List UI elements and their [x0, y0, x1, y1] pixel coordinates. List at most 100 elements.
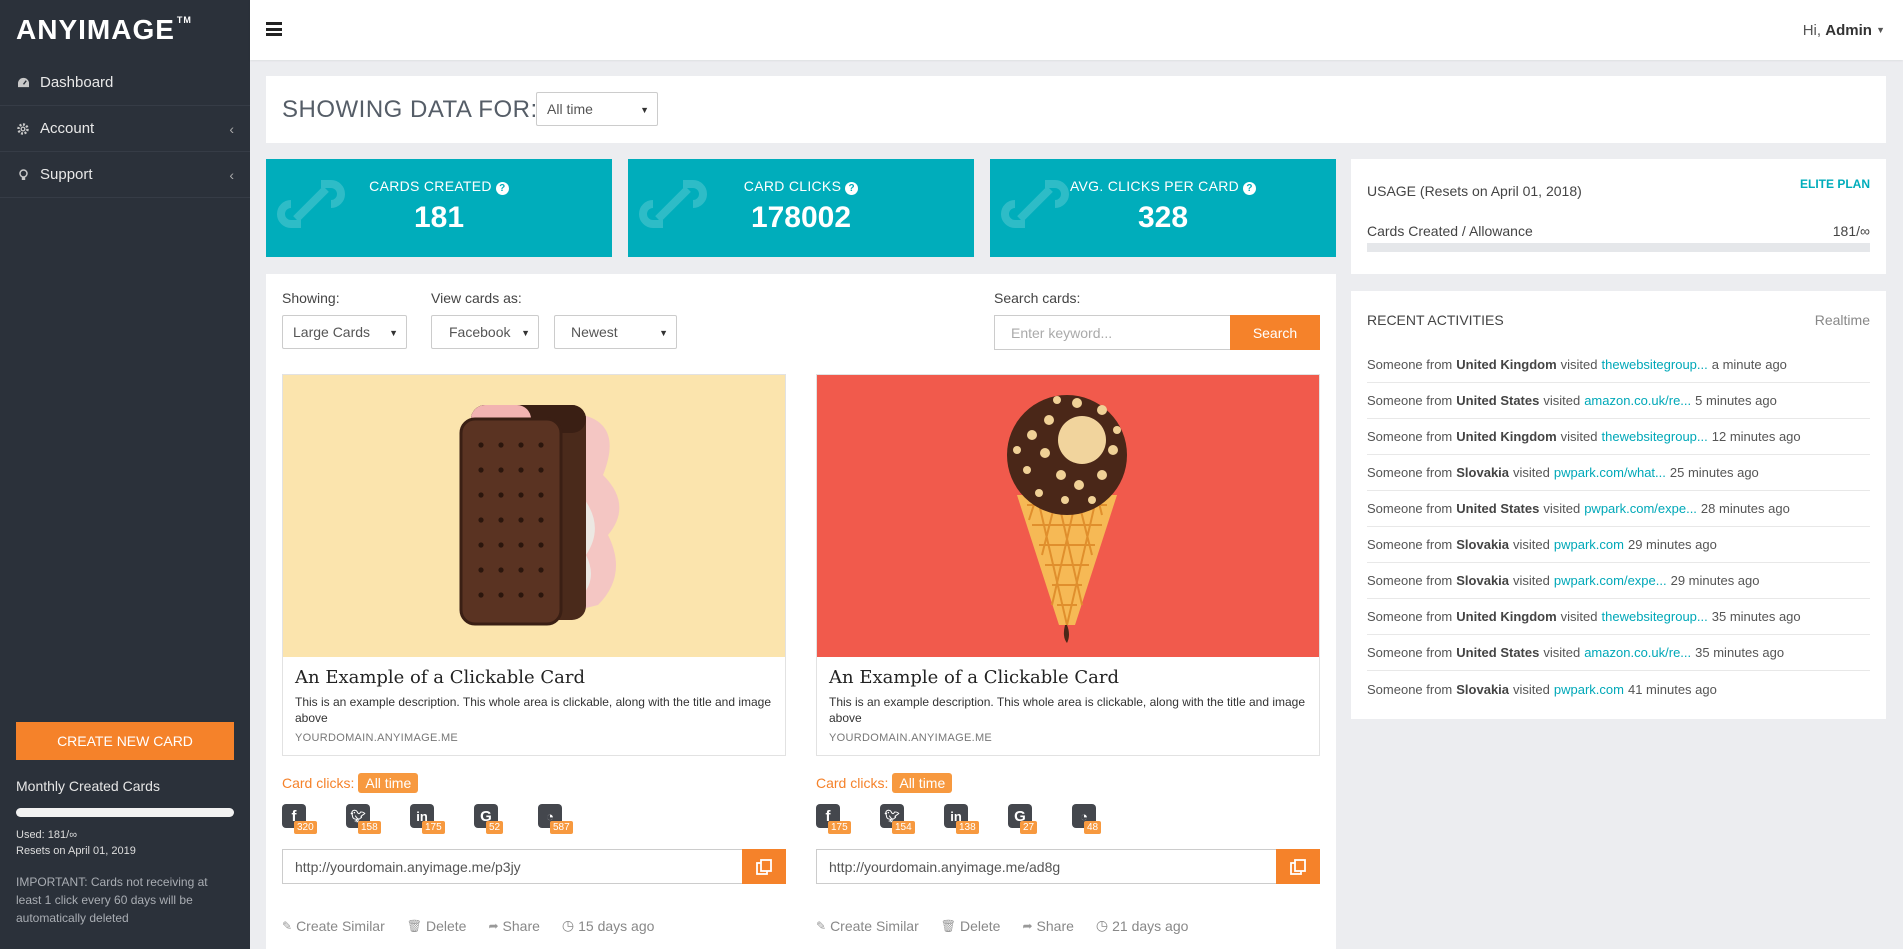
google-stat[interactable]: G 27 [1008, 804, 1038, 834]
activity-prefix: Someone from [1367, 501, 1453, 516]
share-button[interactable]: ➦ Share [1022, 917, 1073, 934]
showing-select[interactable]: Large Cards ▼ [282, 315, 407, 349]
card-1-url-field[interactable]: http://yourdomain.anyimage.me/p3jy [282, 849, 786, 884]
logo-tm: TM [176, 15, 192, 25]
create-new-card-button[interactable]: CREATE NEW CARD [16, 722, 234, 760]
card-description[interactable]: This is an example description. This who… [295, 694, 773, 726]
twitter-stat[interactable]: 🐦︎ 158 [346, 804, 381, 834]
card-1[interactable]: An Example of a Clickable Card This is a… [282, 374, 786, 756]
card-title[interactable]: An Example of a Clickable Card [829, 667, 1307, 688]
user-menu[interactable]: Hi, Admin ▼ [1803, 22, 1885, 39]
card-description[interactable]: This is an example description. This who… [829, 694, 1307, 726]
activity-item: Someone from United Kingdom visited thewebs… [1367, 599, 1870, 635]
sidebar-item-label: Dashboard [40, 74, 114, 91]
activity-link[interactable]: thewebsitegroup... [1602, 429, 1708, 444]
time-range-select[interactable]: All time ▼ [536, 92, 658, 126]
monthly-usage-info: Used: 181/∞ Resets on April 01, 2019 [16, 827, 234, 859]
search-label: Search cards: [994, 290, 1081, 306]
sort-select[interactable]: Newest ▼ [554, 315, 677, 349]
activity-link[interactable]: pwpark.com [1554, 537, 1624, 552]
sidebar-item-support[interactable]: Support ‹ [0, 152, 250, 198]
search-input[interactable]: Enter keyword... [994, 315, 1230, 350]
logo-text: ANYIMAGE [16, 14, 175, 45]
share-icon: ➦ [1022, 918, 1033, 933]
sidebar-item-account[interactable]: Account ‹ [0, 106, 250, 152]
activity-item: Someone from United States visited amazon.c… [1367, 635, 1870, 671]
stat-card-clicks: CARD CLICKS? 178002 [628, 159, 974, 257]
dashboard-icon [16, 76, 30, 90]
sidebar-item-dashboard[interactable]: Dashboard [0, 60, 250, 106]
activity-link[interactable]: pwpark.com/expe... [1554, 573, 1667, 588]
activity-country: Slovakia [1456, 465, 1510, 480]
activity-link[interactable]: thewebsitegroup... [1602, 609, 1708, 624]
delete-label: Delete [960, 917, 1001, 934]
linkedin-stat[interactable]: in 175 [410, 804, 445, 834]
card-clicks-label: Card clicks: [816, 775, 889, 791]
search-button[interactable]: Search [1230, 315, 1320, 350]
delete-button[interactable]: 🗑︎ Delete [941, 917, 1001, 934]
card-image[interactable] [817, 375, 1319, 657]
create-similar-button[interactable]: ✎ Create Similar [282, 917, 385, 934]
usage-row-value: 181/∞ [1832, 223, 1870, 239]
logo[interactable]: ANYIMAGE TM [0, 0, 250, 60]
google-count: 52 [486, 821, 504, 834]
facebook-stat[interactable]: f 320 [282, 804, 317, 834]
copy-url-button[interactable] [1276, 849, 1320, 884]
copy-url-button[interactable] [742, 849, 786, 884]
delete-button[interactable]: 🗑︎ Delete [407, 917, 467, 934]
chevron-left-icon: ‹ [229, 166, 234, 183]
showing-select-value: Large Cards [293, 324, 371, 340]
activity-link[interactable]: amazon.co.uk/re... [1584, 393, 1691, 408]
create-similar-label: Create Similar [296, 917, 385, 934]
other-stat[interactable]: ◔ 587 [538, 804, 573, 834]
card-1-social-stats: f 320 🐦︎ 158 in 175 G 52 ◔ 587 [282, 804, 602, 834]
activity-prefix: Someone from [1367, 537, 1453, 552]
activity-link[interactable]: pwpark.com/what... [1554, 465, 1666, 480]
ice-cream-sandwich-image [459, 405, 620, 626]
activity-prefix: Someone from [1367, 609, 1453, 624]
share-label: Share [1036, 917, 1074, 934]
clicks-range-badge[interactable]: All time [358, 773, 419, 793]
activity-link[interactable]: pwpark.com [1554, 682, 1624, 697]
gear-icon [16, 122, 30, 136]
other-stat[interactable]: ◔ 48 [1072, 804, 1102, 834]
card-title[interactable]: An Example of a Clickable Card [295, 667, 773, 688]
card-2-url-field[interactable]: http://yourdomain.anyimage.me/ad8g [816, 849, 1320, 884]
activity-time: a minute ago [1711, 357, 1787, 372]
elite-plan-link[interactable]: ELITE PLAN [1800, 177, 1870, 191]
activity-link[interactable]: amazon.co.uk/re... [1584, 645, 1691, 660]
card-2[interactable]: An Example of a Clickable Card This is a… [816, 374, 1320, 756]
stat-title-text: AVG. CLICKS PER CARD [1069, 178, 1240, 194]
view-as-select[interactable]: Facebook ▼ [431, 315, 539, 349]
create-similar-label: Create Similar [830, 917, 919, 934]
facebook-stat[interactable]: f 175 [816, 804, 851, 834]
help-icon[interactable]: ? [1243, 182, 1257, 195]
caret-down-icon: ▼ [1876, 25, 1885, 35]
showing-data-panel: SHOWING DATA FOR: All time ▼ [266, 76, 1886, 143]
hamburger-menu-icon[interactable] [266, 22, 282, 36]
topbar: Hi, Admin ▼ [250, 0, 1903, 60]
link-icon [1001, 180, 1069, 228]
activity-time: 35 minutes ago [1711, 609, 1801, 624]
google-stat[interactable]: G 52 [474, 804, 504, 834]
activity-item: Someone from Slovakia visited pwpark.com/wh… [1367, 455, 1870, 491]
clicks-range-badge[interactable]: All time [892, 773, 953, 793]
monthly-created-label: Monthly Created Cards [16, 778, 160, 794]
share-button[interactable]: ➦ Share [488, 917, 539, 934]
activity-verb: visited [1513, 681, 1550, 697]
card-image[interactable] [283, 375, 785, 657]
facebook-count: 175 [828, 821, 851, 834]
twitter-count: 158 [358, 821, 381, 834]
twitter-stat[interactable]: 🐦︎ 154 [880, 804, 915, 834]
activity-verb: visited [1560, 429, 1598, 444]
activity-link[interactable]: pwpark.com/expe... [1584, 501, 1697, 516]
activity-verb: visited [1543, 645, 1581, 660]
activity-item: Someone from United States visited pwpark.c… [1367, 491, 1870, 527]
create-similar-button[interactable]: ✎ Create Similar [816, 917, 919, 934]
linkedin-stat[interactable]: in 138 [944, 804, 979, 834]
activity-link[interactable]: thewebsitegroup... [1602, 357, 1708, 372]
help-icon[interactable]: ? [495, 182, 509, 195]
activity-verb: visited [1560, 357, 1598, 372]
card-age-text: 21 days ago [1112, 917, 1189, 934]
help-icon[interactable]: ? [845, 182, 859, 195]
